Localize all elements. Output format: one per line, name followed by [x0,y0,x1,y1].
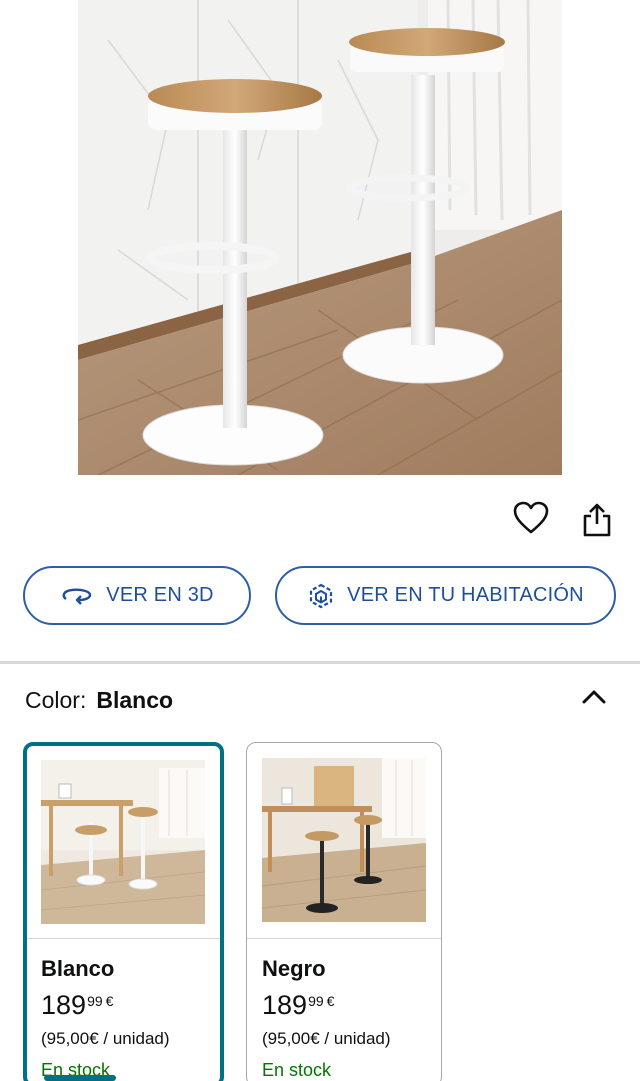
view-3d-label: VER EN 3D [106,584,214,606]
share-icon[interactable] [577,500,617,540]
price-fraction: 99 [87,993,103,1009]
color-option-name: Negro [262,956,326,981]
color-selector-header[interactable]: Color: Blanco [25,687,173,714]
price-whole: 189 [262,990,308,1020]
view-3d-button[interactable]: VER EN 3D [23,566,251,625]
price-currency: € [326,993,335,1009]
price-fraction: 99 [308,993,324,1009]
view-in-room-button[interactable]: VER EN TU HABITACIÓN [275,566,616,625]
color-option-blanco[interactable]: Blanco 189 99 € (95,00€ / unidad) En sto… [23,742,224,1081]
price-whole: 189 [41,990,87,1020]
color-option-price: 189 99 € [262,990,334,1021]
ar-cube-icon [310,583,333,608]
selected-color-value: Blanco [96,687,174,713]
unit-price: (95,00€ / unidad) [41,1029,170,1048]
card-divider [27,938,220,939]
unit-price: (95,00€ / unidad) [262,1029,391,1048]
color-option-price: 189 99 € [41,990,113,1021]
color-option-thumbnail [262,758,426,922]
heart-icon[interactable] [511,498,551,538]
section-divider [0,661,640,664]
rotate-3d-icon [62,588,92,605]
price-currency: € [105,993,114,1009]
carousel-scroll-indicator [44,1075,116,1081]
chevron-up-icon[interactable] [578,682,610,714]
color-option-negro[interactable]: Negro 189 99 € (95,00€ / unidad) En stoc… [246,742,442,1081]
color-option-name: Blanco [41,956,115,981]
color-option-thumbnail [41,760,205,924]
product-page: VER EN 3D VER EN TU HABITACIÓN Color: Bl… [0,0,640,1081]
card-divider [247,938,441,939]
product-image[interactable] [78,0,562,475]
availability-status: En stock [262,1060,332,1080]
color-label: Color: [25,687,87,713]
view-in-room-label: VER EN TU HABITACIÓN [347,584,584,606]
